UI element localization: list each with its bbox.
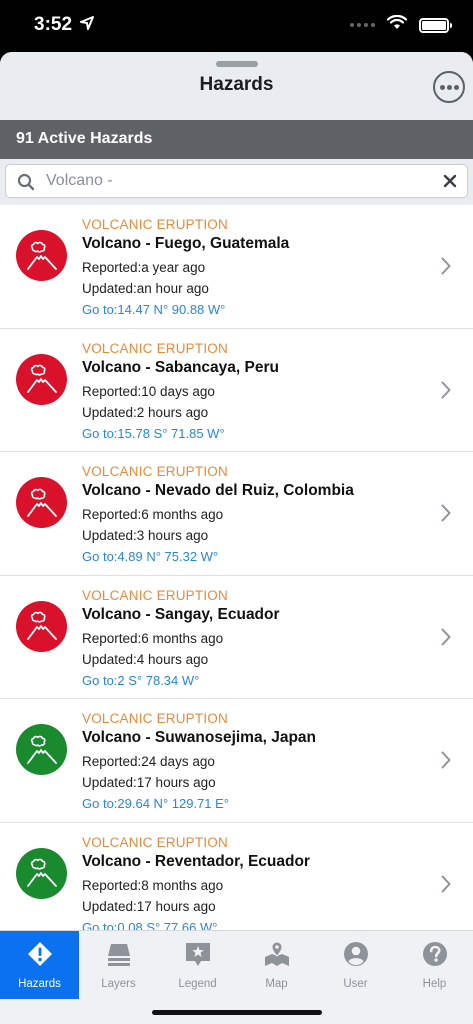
hazard-updated: Updated:an hour ago	[82, 281, 209, 296]
location-arrow-icon	[80, 16, 94, 35]
search-input[interactable]	[46, 165, 433, 197]
search-bar	[0, 159, 473, 205]
layers-icon	[106, 941, 132, 972]
sheet-grabber[interactable]	[216, 61, 258, 67]
battery-icon	[419, 17, 452, 33]
chevron-right-icon	[441, 628, 451, 651]
chevron-right-icon	[441, 257, 451, 280]
hazard-list: VOLCANIC ERUPTION Volcano - Fuego, Guate…	[0, 205, 473, 930]
volcano-icon	[16, 230, 67, 281]
hazard-row-text: VOLCANIC ERUPTION Volcano - Fuego, Guate…	[82, 216, 433, 320]
hazard-row-text: VOLCANIC ERUPTION Volcano - Sabancaya, P…	[82, 340, 433, 444]
volcano-icon	[16, 724, 67, 775]
volcano-icon	[16, 353, 67, 405]
status-indicators	[350, 14, 452, 35]
hazard-goto-link[interactable]: Go to:29.64 N° 129.71 E°	[82, 794, 433, 814]
hazard-reported: Reported:6 months ago	[82, 630, 224, 646]
legend-icon	[185, 941, 211, 972]
hazard-row-text: VOLCANIC ERUPTION Volcano - Suwanosejima…	[82, 710, 433, 814]
tab-bar: Hazards Layers Legend Map User Help	[0, 930, 473, 1024]
hazard-type: VOLCANIC ERUPTION	[82, 587, 228, 603]
hazard-goto-link[interactable]: Go to:2 S° 78.34 W°	[82, 671, 433, 691]
tab-help[interactable]: Help	[395, 931, 473, 999]
hazard-row[interactable]: VOLCANIC ERUPTION Volcano - Suwanosejima…	[0, 699, 473, 823]
hazard-type: VOLCANIC ERUPTION	[82, 340, 228, 356]
volcano-icon	[16, 847, 67, 899]
hazard-title: Volcano - Fuego, Guatemala	[82, 235, 290, 252]
more-options-button[interactable]	[433, 71, 465, 103]
tab-label: Help	[422, 978, 447, 990]
page-title: Hazards	[199, 74, 274, 95]
tab-map[interactable]: Map	[237, 931, 316, 999]
hazard-type: VOLCANIC ERUPTION	[82, 464, 228, 479]
tab-layers[interactable]: Layers	[79, 931, 158, 999]
tab-label: Legend	[178, 978, 217, 990]
clear-search-icon[interactable]	[443, 174, 457, 193]
status-time: 3:52	[34, 14, 73, 35]
hazard-row[interactable]: VOLCANIC ERUPTION Volcano - Sangay, Ecua…	[0, 576, 473, 699]
chevron-right-icon	[441, 875, 451, 898]
hazards-sheet: Hazards 91 Active Hazards VOLCANIC ERUPT…	[0, 52, 473, 1024]
hazard-title: Volcano - Suwanosejima, Japan	[82, 729, 316, 746]
volcano-icon	[16, 600, 67, 652]
hazard-title: Volcano - Sabancaya, Peru	[82, 358, 279, 376]
hazard-goto-link[interactable]: Go to:0.08 S° 77.66 W°	[82, 918, 433, 931]
tab-label: Layers	[101, 978, 136, 990]
user-icon	[343, 941, 369, 972]
hazard-row[interactable]: VOLCANIC ERUPTION Volcano - Sabancaya, P…	[0, 329, 473, 452]
tab-label: User	[343, 978, 368, 990]
wifi-icon	[386, 14, 408, 35]
hazard-row-text: VOLCANIC ERUPTION Volcano - Nevado del R…	[82, 463, 433, 567]
tab-hazards[interactable]: Hazards	[0, 931, 79, 999]
tab-legend[interactable]: Legend	[158, 931, 237, 999]
warning-diamond-icon	[27, 941, 53, 972]
hazard-row[interactable]: VOLCANIC ERUPTION Volcano - Nevado del R…	[0, 452, 473, 576]
hazard-updated: Updated:3 hours ago	[82, 528, 209, 543]
help-icon	[422, 941, 448, 972]
hazard-title: Volcano - Sangay, Ecuador	[82, 605, 280, 623]
cellular-icon	[350, 23, 375, 27]
sheet-header: Hazards	[0, 52, 473, 120]
hazard-type: VOLCANIC ERUPTION	[82, 711, 228, 726]
status-bar: 3:52	[0, 0, 473, 52]
hazard-reported: Reported:6 months ago	[82, 507, 224, 522]
hazard-type: VOLCANIC ERUPTION	[82, 217, 228, 232]
volcano-icon	[16, 477, 67, 528]
chevron-right-icon	[441, 751, 451, 774]
home-indicator	[152, 1010, 322, 1015]
hazard-goto-link[interactable]: Go to:4.89 N° 75.32 W°	[82, 547, 433, 567]
hazard-reported: Reported:24 days ago	[82, 754, 215, 769]
tab-user[interactable]: User	[316, 931, 395, 999]
hazard-updated: Updated:2 hours ago	[82, 404, 209, 420]
hazard-updated: Updated:4 hours ago	[82, 651, 209, 667]
hazard-row[interactable]: VOLCANIC ERUPTION Volcano - Reventador, …	[0, 823, 473, 931]
chevron-right-icon	[441, 381, 451, 404]
hazard-type: VOLCANIC ERUPTION	[82, 834, 228, 850]
tab-label: Map	[265, 978, 288, 990]
hazard-updated: Updated:17 hours ago	[82, 775, 216, 790]
search-box	[5, 164, 468, 198]
tab-label: Hazards	[18, 978, 61, 990]
hazard-reported: Reported:a year ago	[82, 260, 206, 275]
hazard-row-text: VOLCANIC ERUPTION Volcano - Reventador, …	[82, 834, 433, 931]
hazard-title: Volcano - Reventador, Ecuador	[82, 852, 310, 870]
hazard-row-text: VOLCANIC ERUPTION Volcano - Sangay, Ecua…	[82, 587, 433, 691]
map-icon	[264, 941, 290, 972]
hazard-goto-link[interactable]: Go to:14.47 N° 90.88 W°	[82, 300, 433, 320]
hazard-row[interactable]: VOLCANIC ERUPTION Volcano - Fuego, Guate…	[0, 205, 473, 329]
hazard-reported: Reported:10 days ago	[82, 383, 215, 399]
hazard-title: Volcano - Nevado del Ruiz, Colombia	[82, 482, 354, 499]
search-icon	[17, 173, 35, 196]
hazard-goto-link[interactable]: Go to:15.78 S° 71.85 W°	[82, 424, 433, 444]
hazard-reported: Reported:8 months ago	[82, 877, 224, 893]
chevron-right-icon	[441, 504, 451, 527]
active-hazards-count: 91 Active Hazards	[0, 120, 473, 159]
hazard-updated: Updated:17 hours ago	[82, 898, 216, 914]
